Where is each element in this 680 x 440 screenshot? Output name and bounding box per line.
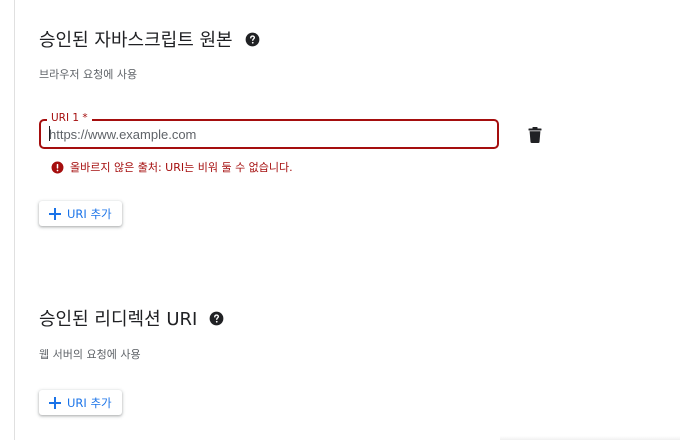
text-caret	[49, 126, 50, 141]
oauth-client-settings-page: 승인된 자바스크립트 원본 브라우저 요청에 사용 URI 1 * https:…	[0, 0, 680, 440]
bottom-edge-shadow	[500, 436, 680, 440]
redirect-uris-title-row: 승인된 리디렉션 URI	[39, 305, 224, 331]
add-origin-uri-label: URI 추가	[67, 206, 112, 221]
error-circle-icon	[51, 161, 64, 174]
left-divider	[14, 0, 15, 440]
help-icon[interactable]	[245, 32, 260, 47]
add-redirect-uri-button[interactable]: URI 추가	[39, 390, 122, 415]
js-origins-title-row: 승인된 자바스크립트 원본	[39, 26, 260, 52]
trash-icon	[528, 127, 542, 143]
js-origins-description: 브라우저 요청에 사용	[39, 68, 138, 81]
delete-uri-button[interactable]	[524, 124, 546, 146]
redirect-uris-title: 승인된 리디렉션 URI	[39, 309, 198, 330]
uri-1-label: URI 1 *	[47, 111, 92, 125]
help-icon[interactable]	[209, 311, 224, 326]
redirect-uris-description: 웹 서버의 요청에 사용	[39, 348, 141, 361]
uri-error-message: 올바르지 않은 출처: URI는 비워 둘 수 없습니다.	[51, 159, 293, 175]
add-redirect-uri-label: URI 추가	[67, 395, 112, 410]
add-origin-uri-button[interactable]: URI 추가	[39, 201, 122, 226]
js-origins-title: 승인된 자바스크립트 원본	[39, 30, 233, 51]
redirect-uris-section: 승인된 리디렉션 URI	[39, 305, 224, 331]
error-text: 올바르지 않은 출처: URI는 비워 둘 수 없습니다.	[70, 161, 293, 174]
uri-1-field[interactable]: URI 1 *	[39, 111, 499, 149]
uri-1-input[interactable]	[49, 125, 489, 143]
plus-icon	[49, 207, 61, 220]
js-origins-section: 승인된 자바스크립트 원본	[39, 26, 260, 52]
plus-icon	[49, 396, 61, 409]
